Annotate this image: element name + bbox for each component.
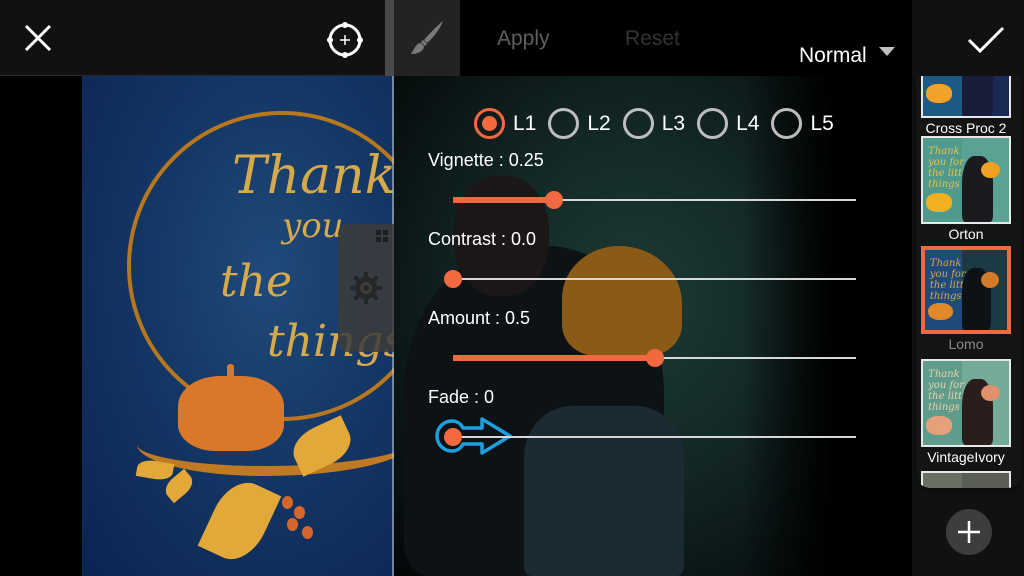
level-option-l2[interactable]: L2 <box>548 108 612 139</box>
add-preset-button[interactable] <box>946 509 992 555</box>
berry-illustration <box>302 526 313 539</box>
fade-label: Fade : 0 <box>428 387 495 407</box>
level-option-l3[interactable]: L3 <box>622 108 687 139</box>
blend-mode-dropdown[interactable]: Normal <box>799 44 895 68</box>
leaf-illustration <box>197 473 282 569</box>
slider-fill <box>453 355 655 361</box>
paintbrush-icon <box>411 21 443 54</box>
preset-cross-proc-2[interactable]: Cross Proc 2 <box>921 76 1011 136</box>
amount-label: Amount : 0.5 <box>428 308 531 328</box>
card-text-you: you <box>282 206 344 246</box>
amount-slider-row: Amount : 0.5 <box>428 308 858 387</box>
plus-icon <box>958 521 980 543</box>
slider-thumb[interactable] <box>444 270 462 288</box>
berry-illustration <box>282 496 293 509</box>
contrast-slider-row: Contrast : 0.0 <box>428 229 858 308</box>
preset-thumbnail: Thank you for the little things <box>921 359 1011 447</box>
radio-selected[interactable] <box>474 108 505 139</box>
blend-mode-value: Normal <box>799 44 867 67</box>
level-label: L3 <box>661 111 686 135</box>
vignette-label: Vignette : 0.25 <box>428 150 544 170</box>
apply-button[interactable]: Apply <box>497 27 550 51</box>
preset-thumbnail: Thank you for the little things <box>921 246 1011 334</box>
berry-illustration <box>294 506 305 519</box>
vignette-slider[interactable] <box>453 191 856 209</box>
vignette-slider-row: Vignette : 0.25 <box>428 150 858 229</box>
reset-button[interactable]: Reset <box>625 27 680 51</box>
close-button[interactable] <box>18 18 58 58</box>
preset-label: VintageIvory <box>927 449 1005 465</box>
level-option-l4[interactable]: L4 <box>697 108 761 139</box>
presets-scroll-list[interactable]: Cross Proc 2 Thank you for the little thing… <box>916 76 1022 488</box>
preset-next[interactable] <box>921 471 1011 488</box>
close-icon <box>24 24 52 52</box>
amount-slider[interactable] <box>453 349 856 367</box>
preset-thumbnail: Thank you for the little things <box>921 136 1011 224</box>
preset-lomo[interactable]: Thank you for the little things Lomo <box>921 246 1011 352</box>
checkmark-icon <box>967 26 1005 54</box>
focus-target-button[interactable] <box>322 18 368 62</box>
level-option-l5[interactable]: L5 <box>771 108 835 139</box>
level-label: L4 <box>736 111 760 135</box>
level-radio-group: L1 L2 L3 L4 L5 <box>474 108 836 139</box>
radio-unselected[interactable] <box>622 108 654 139</box>
toolbar-divider <box>385 0 394 76</box>
card-text-the: the <box>220 256 293 307</box>
preset-label: Lomo <box>948 336 984 352</box>
brush-mode-button[interactable] <box>394 0 460 76</box>
crosshair-target-icon <box>327 22 363 58</box>
adjustment-sliders: Vignette : 0.25 Contrast : 0.0 Amount : … <box>428 150 858 466</box>
top-toolbar: Apply Reset Normal <box>0 0 1024 76</box>
level-label: L1 <box>513 111 537 135</box>
preset-thumbnail <box>921 471 1011 488</box>
floating-tool-panel[interactable] <box>338 224 394 352</box>
contrast-slider[interactable] <box>444 270 856 288</box>
preset-label: Orton <box>948 226 984 242</box>
radio-unselected[interactable] <box>548 108 580 139</box>
contrast-label: Contrast : 0.0 <box>428 229 537 249</box>
preset-orton[interactable]: Thank you for the little things Orton <box>921 136 1011 242</box>
pumpkin-illustration <box>178 376 284 451</box>
level-label: L5 <box>810 111 834 135</box>
preset-vintageivory[interactable]: Thank you for the little things VintageIvor… <box>921 359 1011 465</box>
slider-thumb[interactable] <box>444 428 462 446</box>
slider-fill <box>453 197 554 203</box>
fade-slider[interactable] <box>444 428 856 446</box>
slider-thumb[interactable] <box>544 191 563 209</box>
preset-label: Cross Proc 2 <box>925 120 1007 136</box>
confirm-button[interactable] <box>962 18 1010 62</box>
level-label: L2 <box>587 111 611 135</box>
radio-unselected[interactable] <box>697 108 729 139</box>
gear-icon[interactable] <box>348 270 384 306</box>
dropdown-triangle-icon <box>878 46 895 56</box>
fade-slider-row: Fade : 0 <box>428 387 858 466</box>
level-option-l1[interactable]: L1 <box>474 108 538 139</box>
preset-thumbnail <box>921 76 1011 118</box>
card-text-thank: Thank <box>232 146 397 206</box>
filter-presets-panel: Cross Proc 2 Thank you for the little thing… <box>912 76 1024 576</box>
berry-illustration <box>287 518 298 531</box>
slider-thumb[interactable] <box>645 349 664 367</box>
grid-handle-icon[interactable] <box>376 230 388 242</box>
radio-unselected[interactable] <box>771 108 803 139</box>
